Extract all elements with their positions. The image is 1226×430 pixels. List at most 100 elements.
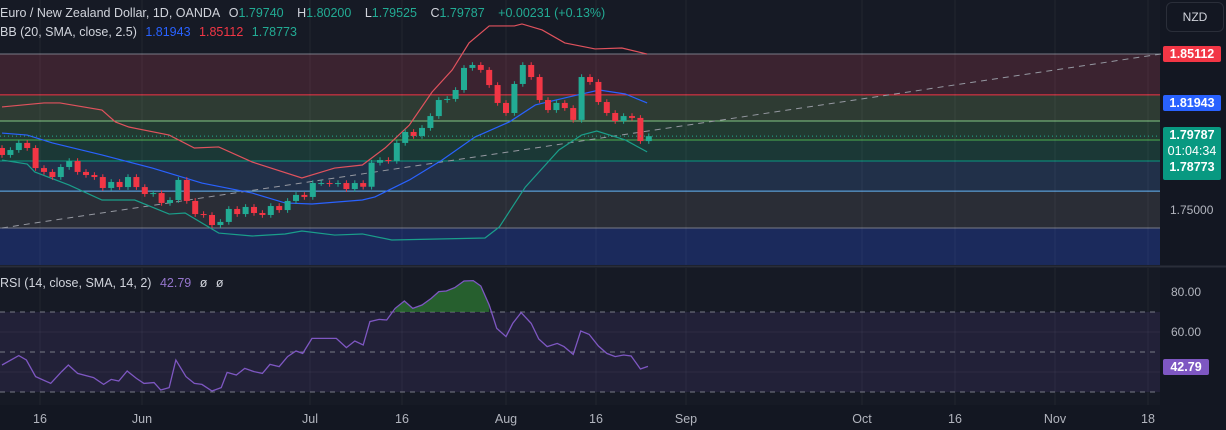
time-label: Nov — [1043, 412, 1067, 426]
candle-body — [267, 206, 274, 215]
candle-body — [41, 168, 47, 172]
candle-body — [192, 200, 199, 215]
candle-body — [553, 102, 560, 111]
candle-body — [343, 183, 350, 190]
high-value: 1.80200 — [306, 6, 352, 20]
candle-body — [108, 181, 115, 188]
candle-body — [116, 181, 123, 188]
candle-body — [595, 81, 602, 103]
rsi-na-2: ø — [215, 276, 224, 290]
time-label: Jun — [131, 412, 153, 426]
candle-body — [494, 85, 501, 103]
candle-body — [570, 108, 577, 120]
symbol-title: Euro / New Zealand Dollar, 1D, OANDA — [0, 6, 221, 20]
fib-zone — [0, 227, 1160, 265]
candle-body — [167, 200, 173, 203]
candle-body — [74, 160, 81, 172]
candle-body — [251, 206, 257, 213]
candle-body — [200, 214, 207, 216]
candle-body — [99, 177, 106, 188]
candle-body — [217, 221, 224, 226]
candle-body — [637, 117, 644, 142]
candle-body — [0, 148, 5, 155]
candle-body — [477, 64, 484, 70]
bb-basis-value: 1.81943 — [145, 25, 191, 39]
candle-body — [461, 67, 467, 90]
candle-body — [158, 193, 165, 203]
candle-body — [645, 136, 652, 142]
bb-upper-value: 1.85112 — [199, 25, 244, 39]
bb-lower-value: 1.78773 — [251, 25, 297, 39]
candle-body — [225, 208, 232, 222]
candle-body — [57, 166, 64, 178]
candle-body — [528, 64, 535, 78]
rsi-tick-80: 80.00 — [1171, 285, 1202, 299]
candle-body — [351, 183, 358, 190]
chart-canvas[interactable] — [0, 0, 1226, 430]
candle-body — [125, 177, 131, 188]
fib-zone — [0, 139, 1160, 161]
close-value: 1.79787 — [439, 6, 485, 20]
time-label: Sep — [674, 412, 698, 426]
price-tick: 1.75000 — [1170, 203, 1214, 217]
time-label: 16 — [33, 412, 47, 426]
candle-body — [536, 77, 543, 101]
bb-basis-tag: 1.81943 — [1163, 95, 1221, 111]
candle-body — [385, 160, 392, 162]
bb-upper-tag: 1.85112 — [1163, 46, 1221, 62]
candle-body — [469, 64, 476, 68]
candle-body — [24, 142, 31, 149]
time-label: 16 — [395, 412, 409, 426]
candle-body — [503, 102, 509, 113]
candle-body — [393, 142, 400, 161]
candle-body — [427, 116, 434, 128]
candle-body — [519, 64, 526, 84]
candle-body — [419, 127, 425, 136]
candle-body — [183, 179, 190, 201]
low-value: 1.79525 — [371, 6, 417, 20]
bb-title: BB (20, SMA, close, 2.5) — [0, 25, 137, 39]
candle-body — [402, 131, 409, 143]
candle-body — [91, 175, 98, 178]
time-label: 18 — [1141, 412, 1155, 426]
candle-body — [561, 102, 568, 109]
bb-legend[interactable]: BB (20, SMA, close, 2.5) 1.81943 1.85112… — [0, 25, 302, 39]
candle-body — [360, 183, 367, 187]
candle-body — [32, 148, 39, 169]
time-label: Jul — [302, 412, 318, 426]
fib-zone — [0, 160, 1160, 192]
candle-body — [620, 116, 627, 122]
candle-body — [175, 179, 182, 201]
candle-body — [318, 183, 325, 185]
rsi-tick-60: 60.00 — [1171, 325, 1202, 339]
bar-countdown: 01:04:34 — [1167, 144, 1217, 158]
candle-body — [603, 102, 610, 113]
candle-body — [293, 194, 299, 201]
candle-body — [209, 214, 215, 226]
candle-body — [83, 171, 89, 176]
candle-body — [335, 183, 341, 185]
currency-button[interactable]: NZD — [1166, 2, 1224, 32]
rsi-value-tag: 42.79 — [1163, 359, 1209, 375]
candle-body — [141, 187, 148, 194]
bb-lower-tag: 1.78773 — [1169, 160, 1215, 174]
candle-body — [7, 150, 14, 155]
change-value: +0.00231 (+0.13%) — [498, 6, 606, 20]
rsi-legend[interactable]: RSI (14, close, SMA, 14, 2) 42.79 ø ø — [0, 276, 228, 290]
fib-zone — [0, 191, 1160, 228]
candle-body — [486, 69, 493, 86]
candle-body — [234, 208, 241, 215]
time-label: 16 — [948, 412, 962, 426]
candle-body — [452, 89, 459, 99]
rsi-title: RSI (14, close, SMA, 14, 2) — [0, 276, 152, 290]
symbol-legend: Euro / New Zealand Dollar, 1D, OANDA O1.… — [0, 6, 606, 20]
candle-body — [368, 162, 375, 187]
candle-body — [326, 183, 333, 185]
candle-body — [150, 193, 157, 195]
candle-body — [435, 100, 442, 117]
candle-body — [133, 177, 140, 188]
candle-body — [276, 206, 283, 211]
candle-body — [578, 77, 585, 120]
candle-body — [284, 200, 291, 211]
rsi-na-1: ø — [199, 276, 208, 290]
